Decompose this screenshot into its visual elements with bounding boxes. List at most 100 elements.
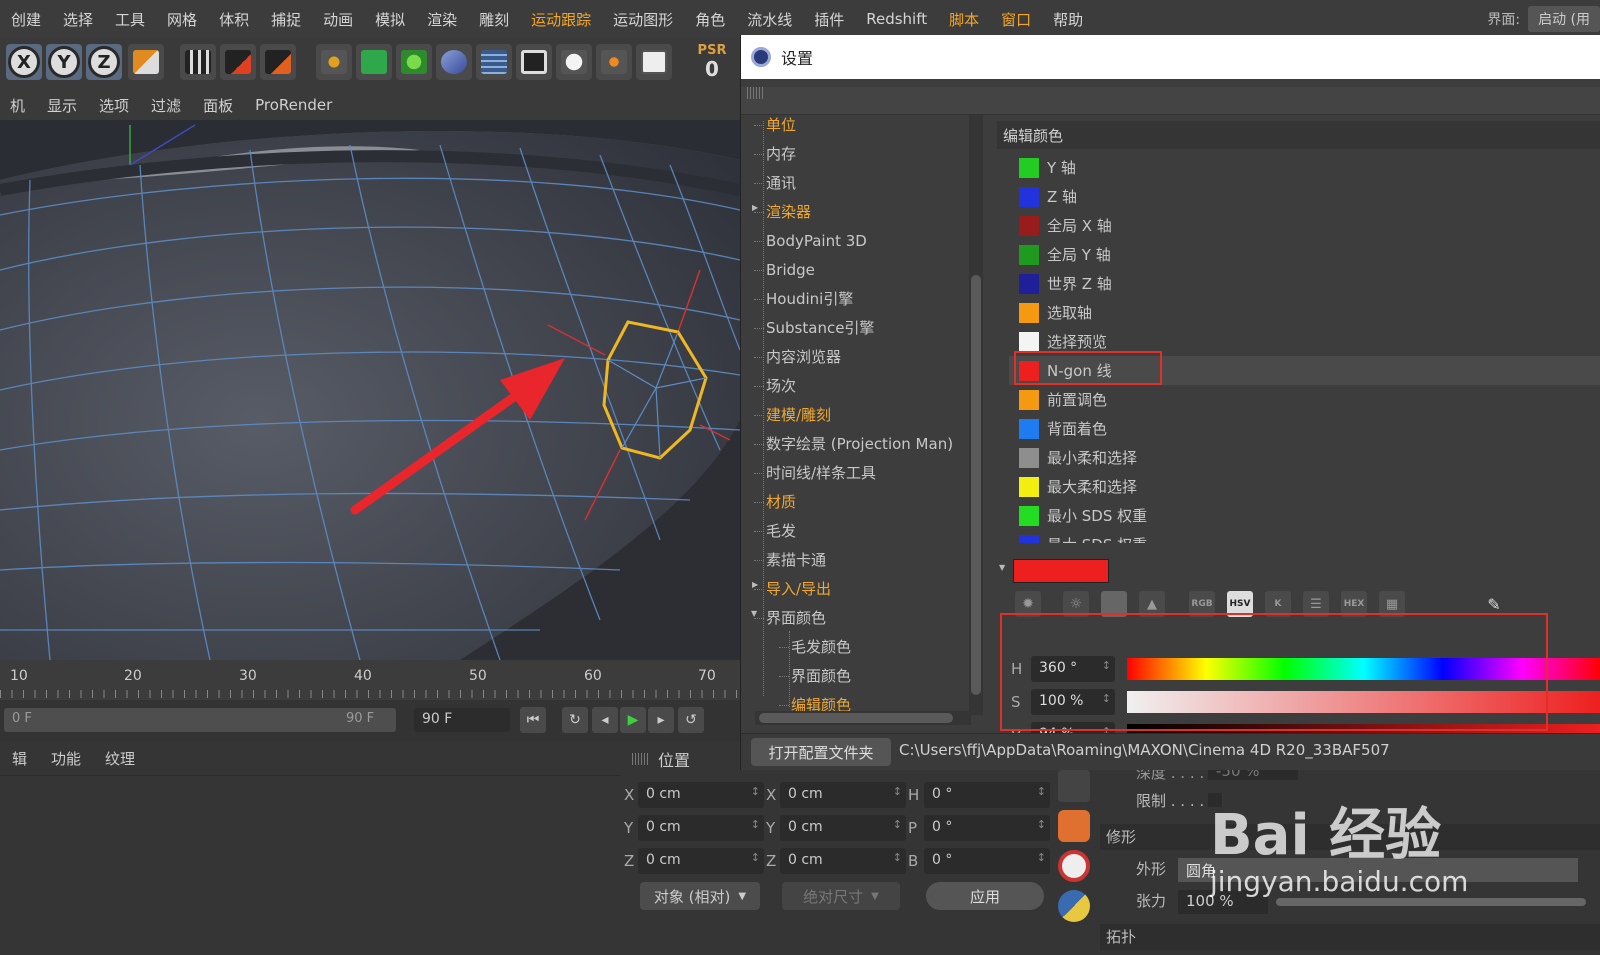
tree-item-hair-colors[interactable]: 毛发颜色 — [778, 633, 851, 661]
x-axis-lock-button[interactable]: X — [6, 44, 42, 80]
color-swatch[interactable] — [1019, 448, 1039, 468]
tree-item-sketch-toon[interactable]: 素描卡通 — [753, 546, 826, 574]
color-swatch[interactable] — [1019, 332, 1039, 352]
tree-item-communication[interactable]: 通讯 — [753, 169, 796, 197]
viewport-menu-panel[interactable]: 面板 — [193, 95, 245, 116]
step-forward-button[interactable]: ▸ — [648, 707, 674, 733]
coordinate-mode-dropdown[interactable]: 对象 (相对) ▼ — [640, 882, 760, 910]
position-x-field[interactable]: 0 cm — [638, 782, 764, 808]
color-list-item[interactable]: 选取轴 — [1009, 298, 1600, 327]
color-swatch[interactable] — [1019, 216, 1039, 236]
viewport-menu-camera[interactable]: 机 — [0, 95, 37, 116]
tab-texture[interactable]: 纹理 — [93, 748, 147, 769]
tree-item-projection-man[interactable]: 数字绘景 (Projection Man) — [753, 430, 953, 458]
menu-tools[interactable]: 工具 — [104, 9, 156, 30]
python-icon[interactable] — [1058, 890, 1090, 922]
menu-script[interactable]: 脚本 — [938, 9, 990, 30]
box-icon[interactable] — [1058, 810, 1090, 842]
menu-help[interactable]: 帮助 — [1042, 9, 1094, 30]
pen-tool-button[interactable] — [316, 44, 352, 80]
menu-render[interactable]: 渲染 — [416, 9, 468, 30]
size-y-field[interactable]: 0 cm — [780, 815, 906, 841]
color-list-item[interactable]: 最大 SDS 权重 — [1009, 530, 1600, 543]
tree-item-interface-colors[interactable]: 界面颜色 — [753, 604, 826, 632]
tree-item-modeling[interactable]: 建模/雕刻 — [753, 401, 831, 429]
tree-horizontal-scrollbar[interactable] — [755, 711, 971, 725]
effector-button[interactable] — [596, 44, 632, 80]
loop-button[interactable]: ↻ — [562, 707, 588, 733]
menu-create[interactable]: 创建 — [0, 9, 52, 30]
rotation-b-field[interactable]: 0 ° — [924, 848, 1050, 874]
color-list-item[interactable]: 前置调色 — [1009, 385, 1600, 414]
coordinate-system-button[interactable] — [128, 44, 164, 80]
go-to-start-button[interactable]: ⏮ — [520, 707, 546, 733]
color-swatch[interactable] — [1019, 390, 1039, 410]
viewport-menu-display[interactable]: 显示 — [37, 95, 89, 116]
end-frame-field[interactable]: 90 F — [414, 708, 510, 732]
apply-button[interactable]: 应用 — [926, 882, 1044, 910]
color-swatch[interactable] — [1019, 303, 1039, 323]
size-x-field[interactable]: 0 cm — [780, 782, 906, 808]
tree-item-memory[interactable]: 内存 — [753, 140, 796, 168]
color-swatch[interactable] — [1019, 477, 1039, 497]
tree-vertical-scrollbar[interactable] — [969, 115, 983, 715]
figure-icon[interactable] — [1058, 770, 1090, 802]
menu-pipeline[interactable]: 流水线 — [736, 9, 803, 30]
color-swatch[interactable] — [1019, 419, 1039, 439]
color-list-item[interactable]: 世界 Z 轴 — [1009, 269, 1600, 298]
tree-item-import-export[interactable]: 导入/导出 — [753, 575, 831, 603]
menu-simulate[interactable]: 模拟 — [364, 9, 416, 30]
color-list-item[interactable]: 全局 Y 轴 — [1009, 240, 1600, 269]
collapse-arrow-icon[interactable]: ▼ — [751, 609, 757, 618]
open-config-folder-button[interactable]: 打开配置文件夹 — [751, 738, 891, 766]
viewport-menu-prorender[interactable]: ProRender — [245, 96, 344, 114]
tree-item-timeline[interactable]: 时间线/样条工具 — [753, 459, 876, 487]
section-header[interactable]: 拓扑 — [1100, 924, 1600, 950]
menu-motion-tracking[interactable]: 运动跟踪 — [520, 9, 602, 30]
no-entry-icon[interactable] — [1058, 850, 1090, 882]
dialog-titlebar[interactable]: 设置 — [741, 35, 1600, 79]
color-list-item[interactable]: 背面着色 — [1009, 414, 1600, 443]
cube-primitive-button[interactable] — [356, 44, 392, 80]
viewport-menu-filter[interactable]: 过滤 — [141, 95, 193, 116]
color-swatch[interactable] — [1019, 535, 1039, 543]
tree-item-substance[interactable]: Substance引擎 — [753, 314, 874, 342]
floor-button[interactable] — [476, 44, 512, 80]
menu-sculpt[interactable]: 雕刻 — [468, 9, 520, 30]
render-view-button[interactable] — [180, 44, 216, 80]
tree-item-bridge[interactable]: Bridge — [754, 256, 815, 284]
menu-mesh[interactable]: 网格 — [156, 9, 208, 30]
z-axis-lock-button[interactable]: Z — [86, 44, 122, 80]
frame-range-slider[interactable]: 0 F 90 F — [4, 708, 396, 732]
deformer-button[interactable] — [436, 44, 472, 80]
color-swatch[interactable] — [1019, 187, 1039, 207]
tree-item-renderer[interactable]: 渲染器 — [753, 198, 811, 226]
render-settings-button[interactable] — [260, 44, 296, 80]
size-mode-dropdown[interactable]: 绝对尺寸 ▼ — [782, 882, 900, 910]
tree-item-hair[interactable]: 毛发 — [753, 517, 796, 545]
camera-button[interactable] — [516, 44, 552, 80]
rotation-h-field[interactable]: 0 ° — [924, 782, 1050, 808]
color-swatch[interactable] — [1019, 506, 1039, 526]
tag-button[interactable] — [636, 44, 672, 80]
menu-snap[interactable]: 捕捉 — [260, 9, 312, 30]
subdivision-button[interactable] — [396, 44, 432, 80]
tree-item-ui-colors[interactable]: 界面颜色 — [778, 662, 851, 690]
timeline-ruler[interactable]: 10 20 30 40 50 60 70 — [0, 660, 740, 700]
menu-mograph[interactable]: 运动图形 — [602, 9, 684, 30]
tree-item-takes[interactable]: 场次 — [753, 372, 796, 400]
color-swatch[interactable] — [1019, 245, 1039, 265]
color-swatch[interactable] — [1019, 274, 1039, 294]
step-back-button[interactable]: ◂ — [592, 707, 618, 733]
color-list-item[interactable]: 全局 X 轴 — [1009, 211, 1600, 240]
menu-redshift[interactable]: Redshift — [855, 10, 938, 28]
tab-edit[interactable]: 辑 — [0, 748, 39, 769]
size-z-field[interactable]: 0 cm — [780, 848, 906, 874]
scrollbar-thumb[interactable] — [759, 713, 953, 723]
tree-item-material[interactable]: 材质 — [753, 488, 796, 516]
menu-window[interactable]: 窗口 — [990, 9, 1042, 30]
refresh-button[interactable]: ↺ — [678, 707, 704, 733]
play-button[interactable]: ▶ — [620, 707, 646, 733]
menu-volume[interactable]: 体积 — [208, 9, 260, 30]
color-list-item[interactable]: 最小 SDS 权重 — [1009, 501, 1600, 530]
